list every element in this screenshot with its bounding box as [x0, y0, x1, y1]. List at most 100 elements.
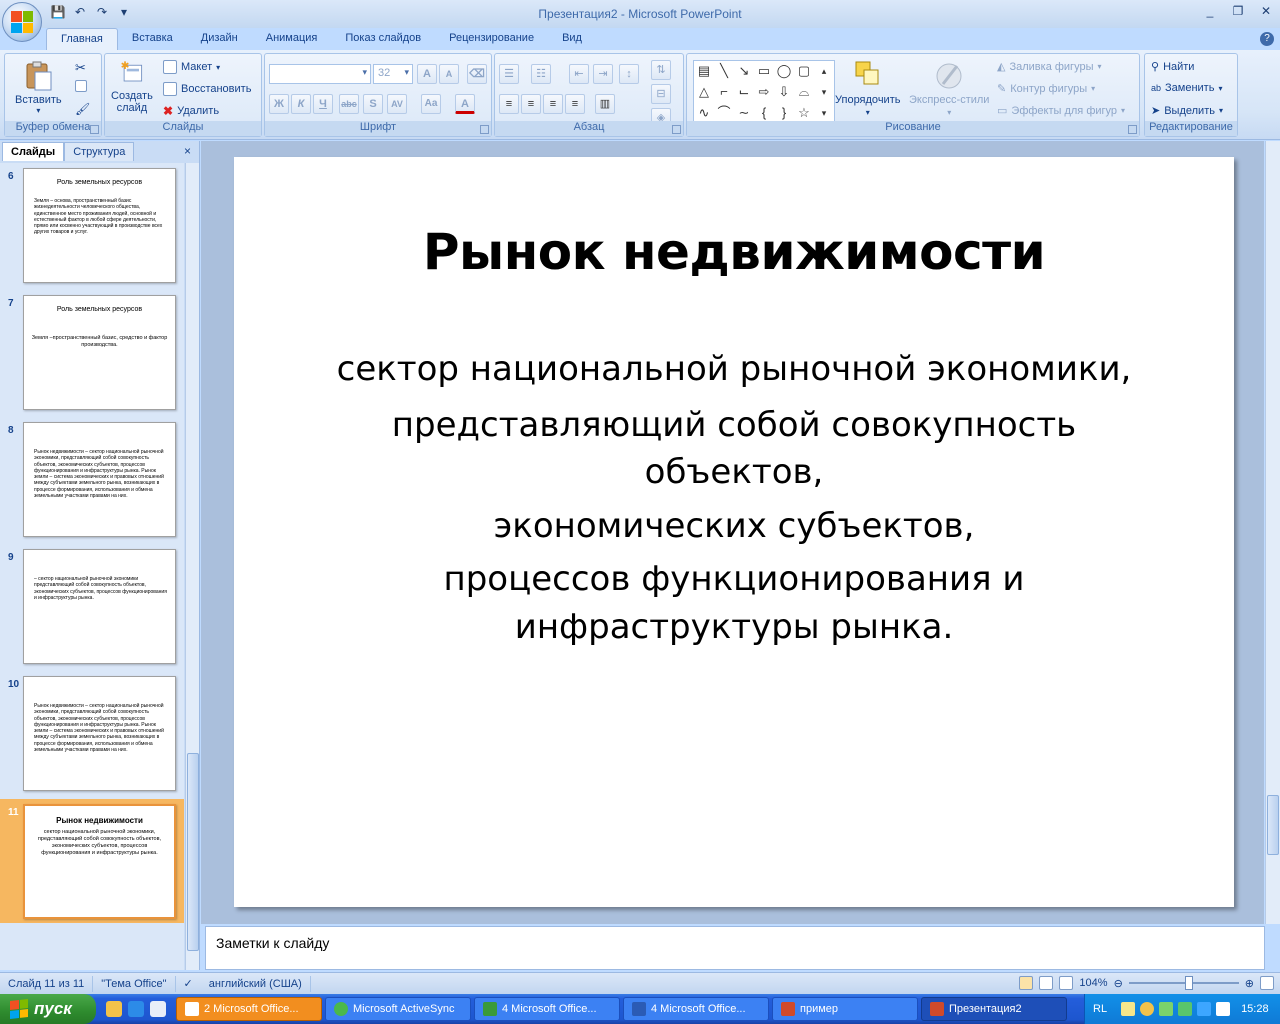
- bluetooth-icon[interactable]: [1197, 1002, 1212, 1016]
- tab-insert[interactable]: Вставка: [118, 28, 187, 50]
- zoom-level[interactable]: 104%: [1079, 977, 1107, 989]
- rectangle-shape-icon[interactable]: ▭: [754, 61, 774, 82]
- shape-effects-button[interactable]: ▭ Эффекты для фигур ▾: [997, 104, 1125, 118]
- dialog-launcher-icon[interactable]: [1128, 125, 1137, 134]
- delete-slide-button[interactable]: ✖ Удалить: [163, 104, 219, 118]
- start-button[interactable]: пуск: [0, 994, 96, 1024]
- maximize-icon[interactable]: ❐: [1230, 4, 1246, 20]
- spellcheck-icon[interactable]: ✓: [176, 976, 201, 992]
- show-desktop-icon[interactable]: [150, 1001, 166, 1017]
- rounded-rect-shape-icon[interactable]: ▢: [794, 61, 814, 82]
- gallery-scroll-down-icon[interactable]: ▾: [814, 82, 834, 103]
- close-icon[interactable]: ×: [184, 144, 191, 158]
- callout-shape-icon[interactable]: ⌓: [794, 82, 814, 103]
- slide-sorter-icon[interactable]: [1039, 976, 1054, 990]
- layout-button[interactable]: Макет ▾: [163, 60, 220, 74]
- slide-thumbnail-11[interactable]: 11 Рынок недвижимости сектор национально…: [0, 799, 184, 923]
- columns-icon[interactable]: ▥: [595, 94, 615, 114]
- triangle-shape-icon[interactable]: △: [694, 82, 714, 103]
- oval-shape-icon[interactable]: ◯: [774, 61, 794, 82]
- arrow-shape-icon[interactable]: ↘: [734, 61, 754, 82]
- arrange-button[interactable]: Упорядочить ▾: [835, 58, 900, 117]
- slide-scrollbar[interactable]: [1265, 141, 1280, 924]
- slide-thumbnail-10[interactable]: 10 Рынок недвижимости – сектор националь…: [0, 671, 184, 793]
- tab-review[interactable]: Рецензирование: [435, 28, 548, 50]
- copy-icon[interactable]: [75, 80, 87, 92]
- clear-format-icon[interactable]: ⌫: [467, 64, 487, 84]
- line-shape-icon[interactable]: ╲: [714, 61, 734, 82]
- slide-body[interactable]: сектор национальной рыночной экономики, …: [294, 343, 1174, 652]
- tab-design[interactable]: Дизайн: [187, 28, 252, 50]
- new-slide-button[interactable]: ✱ Создать слайд: [111, 60, 153, 114]
- activesync-tray-icon[interactable]: [1178, 1002, 1193, 1016]
- slide-thumbnail-8[interactable]: 8 Рынок недвижимости – сектор национальн…: [0, 417, 184, 539]
- shape-outline-button[interactable]: ✎ Контур фигуры ▾: [997, 82, 1095, 96]
- taskbar-item-office-group-3[interactable]: 4 Microsoft Office...: [623, 997, 769, 1021]
- normal-view-icon[interactable]: [1019, 976, 1034, 990]
- mail-icon[interactable]: [1121, 1002, 1136, 1016]
- font-color-icon[interactable]: A: [455, 94, 475, 114]
- dialog-launcher-icon[interactable]: [672, 125, 681, 134]
- scrollbar-thumb[interactable]: [187, 753, 199, 951]
- align-left-icon[interactable]: ≡: [499, 94, 519, 114]
- italic-icon[interactable]: К: [291, 94, 311, 114]
- language-bar[interactable]: RL: [1093, 1003, 1107, 1015]
- decrease-indent-icon[interactable]: ⇤: [569, 64, 589, 84]
- bold-icon[interactable]: Ж: [269, 94, 289, 114]
- shrink-font-icon[interactable]: A: [439, 64, 459, 84]
- select-button[interactable]: ➤ Выделить ▾: [1151, 104, 1223, 118]
- increase-indent-icon[interactable]: ⇥: [593, 64, 613, 84]
- taskbar-item-office-group-1[interactable]: 2 Microsoft Office...: [176, 997, 322, 1021]
- numbering-icon[interactable]: ☷: [531, 64, 551, 84]
- tab-view[interactable]: Вид: [548, 28, 596, 50]
- help-icon[interactable]: ?: [1260, 32, 1274, 46]
- notes-pane[interactable]: Заметки к слайду: [205, 926, 1265, 970]
- slide-thumbnail-7[interactable]: 7 Роль земельных ресурсов Земля –простра…: [0, 290, 184, 412]
- slide-title[interactable]: Рынок недвижимости: [234, 223, 1234, 281]
- taskbar-item-presentation2[interactable]: Презентация2: [921, 997, 1067, 1021]
- align-right-icon[interactable]: ≡: [543, 94, 563, 114]
- line-spacing-icon[interactable]: ↕: [619, 64, 639, 84]
- outlook-tray-icon[interactable]: [1140, 1002, 1155, 1016]
- taskbar-item-activesync[interactable]: Microsoft ActiveSync: [325, 997, 471, 1021]
- connector-shape-icon[interactable]: ⌙: [734, 82, 754, 103]
- scrollbar-thumb[interactable]: [1267, 795, 1279, 855]
- current-slide[interactable]: Рынок недвижимости сектор национальной р…: [234, 157, 1234, 907]
- change-case-icon[interactable]: Aa: [421, 94, 441, 114]
- thumbnail-scrollbar[interactable]: [185, 163, 199, 970]
- find-button[interactable]: ⚲ Найти: [1151, 60, 1194, 74]
- align-center-icon[interactable]: ≡: [521, 94, 541, 114]
- slide-thumbnail-9[interactable]: 9 – сектор национальной рыночной экономи…: [0, 544, 184, 666]
- slide-thumbnail-6[interactable]: 6 Роль земельных ресурсов Земля – основа…: [0, 163, 184, 285]
- dialog-launcher-icon[interactable]: [90, 125, 99, 134]
- textbox-shape-icon[interactable]: ▤: [694, 61, 714, 82]
- zoom-out-icon[interactable]: ⊖: [1114, 977, 1123, 990]
- right-arrow-shape-icon[interactable]: ⇨: [754, 82, 774, 103]
- language-indicator[interactable]: английский (США): [201, 975, 311, 992]
- format-painter-icon[interactable]: 🖌: [75, 102, 90, 116]
- tab-outline[interactable]: Структура: [64, 142, 135, 161]
- justify-icon[interactable]: ≡: [565, 94, 585, 114]
- font-size-combo[interactable]: 32: [373, 64, 413, 84]
- bullets-icon[interactable]: ☰: [499, 64, 519, 84]
- tab-slides[interactable]: Слайды: [2, 142, 65, 161]
- dialog-launcher-icon[interactable]: [480, 125, 489, 134]
- strikethrough-icon[interactable]: abc: [339, 94, 359, 114]
- slideshow-view-icon[interactable]: [1059, 976, 1074, 990]
- network-icon[interactable]: [1159, 1002, 1174, 1016]
- text-direction-icon[interactable]: ⇅: [651, 60, 671, 80]
- zoom-slider-knob[interactable]: [1184, 976, 1193, 990]
- close-icon[interactable]: ✕: [1258, 4, 1274, 20]
- fit-slide-icon[interactable]: [1260, 976, 1274, 990]
- volume-icon[interactable]: [1216, 1002, 1231, 1016]
- shape-fill-button[interactable]: ◭ Заливка фигуры ▾: [997, 60, 1102, 74]
- zoom-in-icon[interactable]: ⊕: [1245, 977, 1254, 990]
- underline-icon[interactable]: Ч: [313, 94, 333, 114]
- gallery-scroll-icon[interactable]: ▴: [814, 61, 834, 82]
- spacing-icon[interactable]: AV: [387, 94, 407, 114]
- quick-styles-button[interactable]: Экспресс-стили ▾: [909, 58, 989, 117]
- replace-button[interactable]: ab Заменить ▾: [1151, 82, 1222, 94]
- shadow-icon[interactable]: S: [363, 94, 383, 114]
- down-arrow-shape-icon[interactable]: ⇩: [774, 82, 794, 103]
- tab-slideshow[interactable]: Показ слайдов: [331, 28, 435, 50]
